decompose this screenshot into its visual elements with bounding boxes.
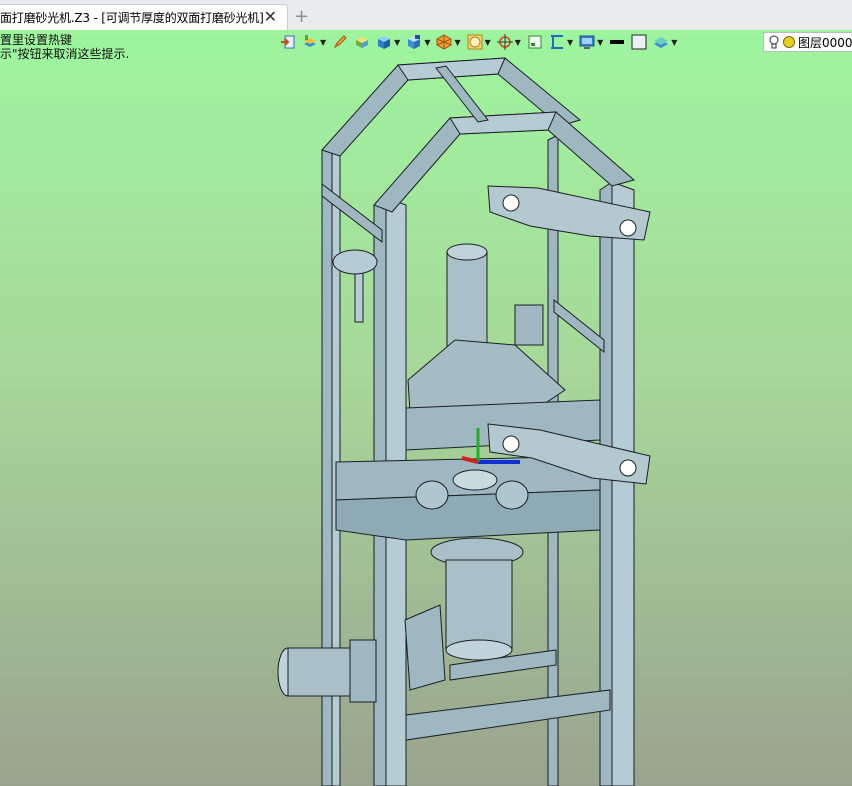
- document-tab[interactable]: 面打磨砂光机.Z3 - [可调节厚度的双面打磨砂光机] ✕: [0, 4, 288, 30]
- roller: [415, 480, 449, 510]
- tab-bar: 面打磨砂光机.Z3 - [可调节厚度的双面打磨砂光机] ✕ +: [0, 0, 852, 31]
- plus-icon[interactable]: +: [294, 6, 309, 27]
- close-icon[interactable]: ✕: [264, 8, 277, 26]
- arm-pivot: [502, 435, 520, 453]
- gearbox: [514, 304, 544, 346]
- top-arch: [449, 111, 557, 135]
- lower-beam: [405, 689, 611, 741]
- arm-pivot: [502, 194, 520, 212]
- upper-motor: [446, 243, 488, 261]
- side-beam: [553, 298, 605, 354]
- lower-motor: [445, 639, 513, 661]
- 3d-viewport[interactable]: 置里设置热键 示"按钮来取消这些提示. ▼ ▼ ▼ ▼ ▼ ▼ ▼ ▼ ▼ 图层…: [0, 30, 852, 786]
- arm-pivot: [619, 459, 637, 477]
- roller: [452, 469, 498, 491]
- sanding-machine-model: [277, 57, 651, 786]
- side-motor-flange: [349, 639, 377, 703]
- side-motor: [287, 647, 351, 697]
- gear-housing: [404, 604, 446, 691]
- arm-pivot: [619, 219, 637, 237]
- frame-column: [611, 181, 635, 786]
- handwheel: [332, 249, 378, 275]
- tab-title: 面打磨砂光机.Z3 - [可调节厚度的双面打磨砂光机]: [0, 11, 264, 25]
- roller: [495, 480, 529, 510]
- lower-motor: [445, 559, 513, 651]
